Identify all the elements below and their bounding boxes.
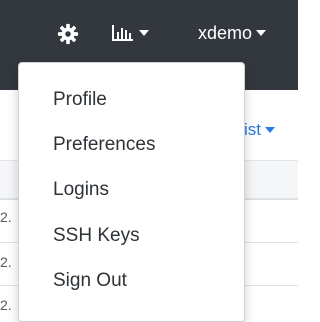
table-row: 2. <box>0 254 12 270</box>
list-toggle-label: ist <box>244 120 261 139</box>
chevron-down-icon <box>256 30 267 36</box>
user-dropdown-menu: Profile Preferences Logins SSH Keys Sign… <box>18 62 245 322</box>
chevron-down-icon <box>139 30 149 36</box>
list-view-toggle[interactable]: ist <box>244 120 275 140</box>
menu-item-logins[interactable]: Logins <box>19 170 244 210</box>
bar-chart-icon[interactable] <box>110 22 150 44</box>
menu-item-sign-out[interactable]: Sign Out <box>19 261 244 301</box>
table-row: 2. <box>0 209 12 225</box>
menu-item-preferences[interactable]: Preferences <box>19 125 244 165</box>
menu-item-ssh-keys[interactable]: SSH Keys <box>19 216 244 256</box>
table-row: 2. <box>0 297 12 313</box>
menu-item-profile[interactable]: Profile <box>19 80 244 120</box>
chevron-down-icon <box>265 127 275 133</box>
user-menu-toggle[interactable]: xdemo <box>198 21 267 45</box>
username-label: xdemo <box>198 22 253 43</box>
gear-icon[interactable] <box>57 23 79 45</box>
